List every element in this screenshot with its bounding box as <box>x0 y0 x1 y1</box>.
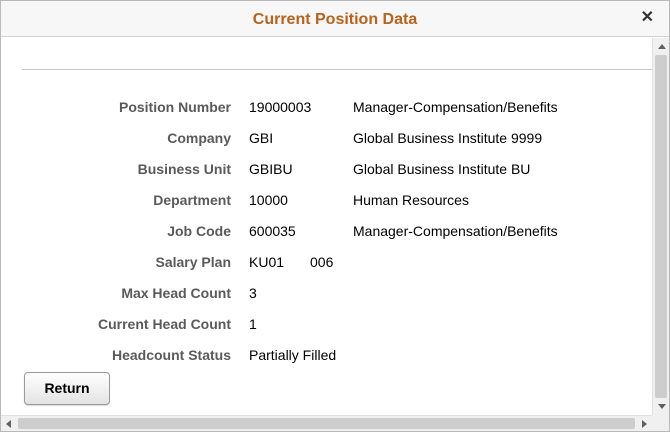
field-value: GBI <box>249 130 274 146</box>
dialog-content: Position Number 19000003 Manager-Compens… <box>1 38 652 415</box>
divider <box>22 69 652 70</box>
vertical-scrollbar[interactable] <box>652 38 669 415</box>
field-value: 1 <box>249 316 257 332</box>
dialog-titlebar: Current Position Data ✕ <box>1 1 669 37</box>
scroll-left-arrow-icon[interactable] <box>6 420 11 428</box>
field-label: Salary Plan <box>155 254 232 270</box>
field-label: Business Unit <box>137 161 231 177</box>
field-label: Department <box>153 192 231 208</box>
field-value: 10000 <box>249 192 288 208</box>
field-label: Max Head Count <box>121 285 231 301</box>
field-description: Manager-Compensation/Benefits <box>353 223 558 239</box>
field-value: Partially Filled <box>249 347 337 363</box>
field-label: Headcount Status <box>111 347 231 363</box>
horizontal-scrollbar[interactable] <box>1 415 652 431</box>
vertical-scroll-thumb[interactable] <box>655 55 667 398</box>
field-value: KU01 <box>249 254 285 270</box>
scroll-right-arrow-icon[interactable] <box>642 420 647 428</box>
field-description: Human Resources <box>353 192 469 208</box>
field-description: Global Business Institute BU <box>353 161 531 177</box>
horizontal-scroll-thumb[interactable] <box>18 418 635 429</box>
field-label: Current Head Count <box>98 316 231 332</box>
field-label: Position Number <box>118 99 231 115</box>
field-label: Job Code <box>167 223 231 239</box>
field-value: GBIBU <box>249 161 293 177</box>
close-icon[interactable]: ✕ <box>641 10 654 26</box>
scrollbar-corner <box>652 415 669 431</box>
field-value-grade: 006 <box>310 254 334 270</box>
dialog-title: Current Position Data <box>252 11 418 28</box>
scroll-up-arrow-icon[interactable] <box>658 44 666 49</box>
position-data-dialog: Current Position Data ✕ Position Number … <box>0 0 670 432</box>
scroll-down-arrow-icon[interactable] <box>658 404 666 409</box>
field-label: Company <box>167 130 231 146</box>
field-description: Manager-Compensation/Benefits <box>353 99 558 115</box>
field-value: 19000003 <box>249 99 312 115</box>
return-button[interactable]: Return <box>24 372 110 405</box>
field-value: 600035 <box>249 223 296 239</box>
field-value: 3 <box>249 285 257 301</box>
field-description: Global Business Institute 9999 <box>353 130 543 146</box>
